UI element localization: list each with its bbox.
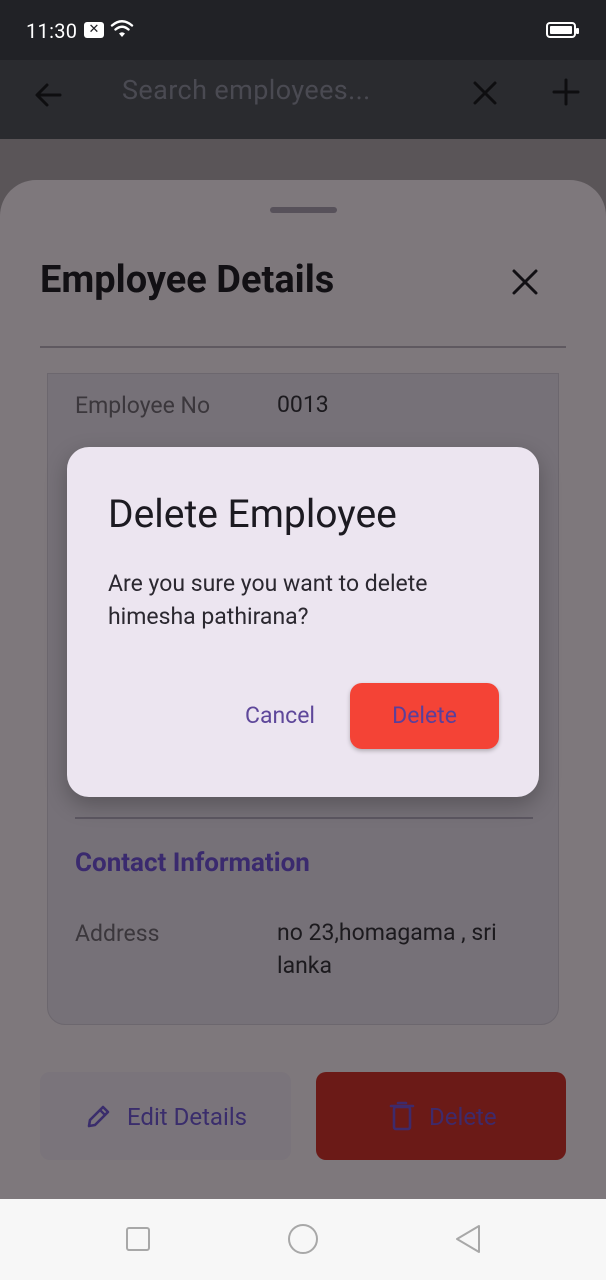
delete-label: Delete — [429, 1103, 497, 1131]
status-bar: 11:30 ✕ — [0, 0, 606, 60]
divider — [40, 346, 566, 348]
status-time: 11:30 — [26, 19, 78, 43]
sheet-title: Employee Details — [40, 258, 335, 302]
arrow-left-icon[interactable] — [30, 77, 66, 113]
cancel-button[interactable]: Cancel — [228, 683, 332, 749]
dialog-message: Are you sure you want to delete himesha … — [108, 570, 428, 630]
system-nav-bar — [0, 1199, 606, 1280]
plus-icon[interactable] — [548, 74, 584, 110]
app-bar: Search employees... — [0, 60, 606, 139]
delete-button[interactable]: Delete — [316, 1072, 566, 1160]
field-label-address: Address — [75, 920, 160, 947]
field-value-address: no 23,homagama , sri lanka — [277, 919, 497, 979]
divider — [75, 817, 533, 819]
square-icon[interactable] — [126, 1227, 150, 1251]
edit-details-label: Edit Details — [127, 1103, 248, 1131]
pencil-icon — [87, 1105, 110, 1128]
close-box-icon: ✕ — [84, 22, 104, 38]
sheet-drag-handle[interactable] — [270, 207, 337, 213]
edit-details-button[interactable]: Edit Details — [40, 1072, 291, 1160]
battery-full-icon — [546, 22, 579, 38]
field-value-employee-no: 0013 — [277, 391, 329, 418]
delete-confirm-dialog: Delete Employee Are you sure you want to… — [67, 447, 539, 797]
search-input[interactable]: Search employees... — [122, 74, 371, 106]
close-icon[interactable] — [468, 76, 502, 110]
dialog-title: Delete Employee — [108, 491, 397, 537]
contact-section-title: Contact Information — [75, 848, 310, 878]
circle-icon[interactable] — [288, 1224, 318, 1254]
wifi-icon — [110, 20, 134, 37]
field-label-employee-no: Employee No — [75, 392, 211, 419]
close-icon[interactable] — [506, 263, 544, 301]
triangle-back-icon[interactable] — [453, 1223, 483, 1255]
confirm-delete-button[interactable]: Delete — [350, 683, 499, 749]
trash-icon — [389, 1101, 415, 1131]
